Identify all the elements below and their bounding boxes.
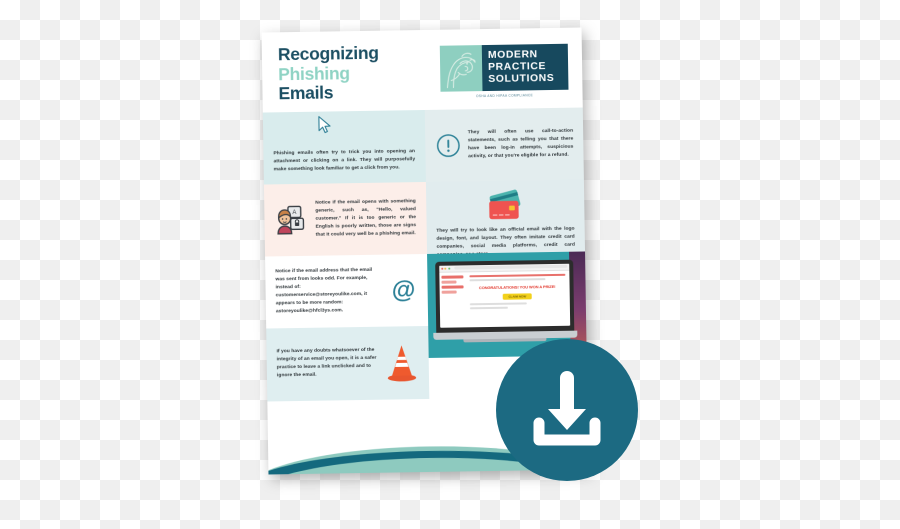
block-text: If you have any doubts whatsoever of the… [276, 348, 377, 379]
credit-cards-icon [482, 188, 529, 223]
exclamation-circle-icon [435, 132, 461, 158]
list-item [441, 280, 457, 284]
title-line-2: Phishing [278, 62, 350, 84]
block-text: They will often use call-to-action state… [467, 128, 574, 160]
traffic-cone-icon [384, 342, 419, 383]
address-bar [454, 265, 567, 270]
scam-claim-button[interactable]: CLAIM NOW [502, 293, 533, 301]
logo-word-1: MODERN [487, 48, 538, 61]
logo-word-2: PRACTICE [488, 61, 547, 73]
download-button[interactable] [496, 339, 638, 481]
close-dot-icon [440, 267, 443, 270]
laptop-screen: CONGRATULATIONS! YOU WON A PRIZE! CLAIM … [438, 263, 570, 328]
block-odd-address: Notice if the email address that the ema… [265, 253, 428, 329]
logo-word-3: SOLUTIONS [488, 73, 555, 86]
logo-lion-mark-icon [439, 45, 483, 92]
logo-tagline: OSHA AND HIPAA COMPLIANCE [475, 92, 534, 99]
minimize-dot-icon [444, 267, 447, 270]
list-item [441, 290, 457, 294]
page-title: Recognizing Phishing Emails [277, 42, 380, 104]
block-trick-you: Phishing emails often try to trick you i… [262, 109, 426, 185]
block-text: They will try to look like an official e… [436, 226, 575, 253]
block-text: Phishing emails often try to trick you i… [273, 149, 416, 173]
block-official-look: They will try to look like an official e… [425, 179, 586, 254]
block-generic-greeting: A Notice if the email opens with somethi… [263, 181, 427, 257]
title-line-3: Emails [278, 82, 334, 104]
list-item [440, 275, 464, 279]
text-line [469, 278, 546, 282]
at-sign-icon: @ [389, 276, 417, 304]
text-line [469, 302, 528, 306]
block-text: Notice if the email opens with something… [315, 199, 417, 238]
left-column: Phishing emails often try to trick you i… [262, 109, 429, 402]
document-header: Recognizing Phishing Emails MODERN PRACT… [261, 27, 583, 113]
email-list-pane [439, 272, 466, 327]
laptop-device: CONGRATULATIONS! YOU WON A PRIZE! CLAIM … [432, 259, 577, 343]
list-item [441, 285, 464, 289]
block-text: Notice if the email address that the ema… [275, 267, 373, 315]
block-when-in-doubt: If you have any doubts whatsoever of the… [266, 325, 429, 402]
scam-headline: CONGRATULATIONS! YOU WON A PRIZE! [478, 283, 556, 290]
person-login-icon: A [274, 203, 309, 238]
transparency-canvas: Recognizing Phishing Emails MODERN PRACT… [0, 0, 900, 529]
svg-text:@: @ [391, 276, 415, 303]
company-logo: MODERN PRACTICE SOLUTIONS OSHA AND HIPAA… [439, 43, 569, 99]
text-line [468, 273, 565, 278]
download-arrow-icon [533, 371, 601, 446]
title-line-1: Recognizing [277, 42, 379, 65]
block-call-to-action: They will often use call-to-action state… [424, 107, 584, 182]
maximize-dot-icon [447, 267, 450, 270]
text-line [469, 306, 508, 310]
svg-text:A: A [292, 210, 296, 216]
cursor-arrow-icon [316, 115, 332, 138]
email-body-pane: CONGRATULATIONS! YOU WON A PRIZE! CLAIM … [465, 271, 570, 328]
